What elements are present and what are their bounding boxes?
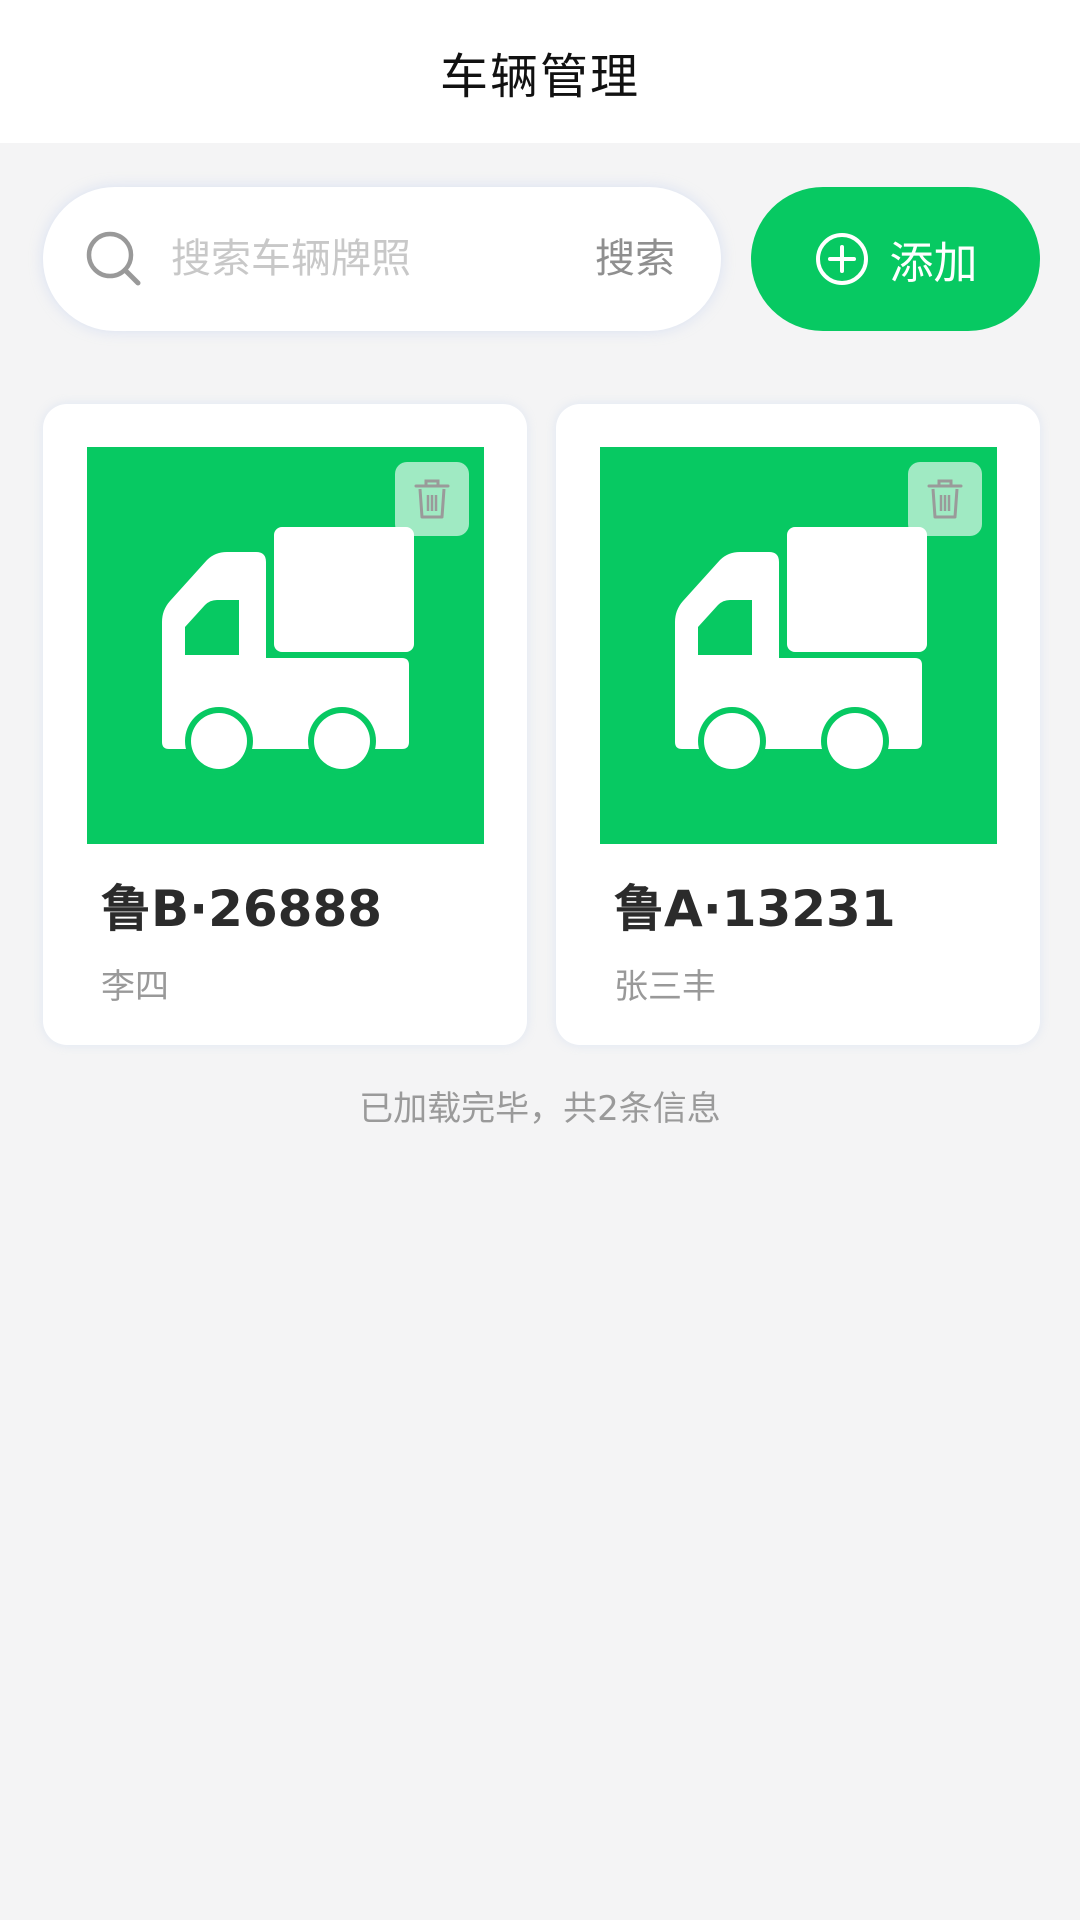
load-status: 已加载完毕，共2条信息: [359, 1089, 721, 1129]
search-input[interactable]: [171, 225, 471, 293]
delete-button[interactable]: [395, 462, 469, 536]
vehicle-plate: 鲁A·13231: [614, 880, 896, 938]
vehicle-card[interactable]: 鲁B·26888 李四: [43, 404, 527, 1045]
delete-button[interactable]: [908, 462, 982, 536]
vehicle-plate: 鲁B·26888: [101, 880, 383, 938]
vehicle-card[interactable]: 鲁A·13231 张三丰: [556, 404, 1040, 1045]
add-button-label: 添加: [889, 238, 978, 289]
vehicle-image: [600, 447, 997, 844]
vehicle-owner: 张三丰: [614, 967, 716, 1007]
add-button[interactable]: 添加: [751, 187, 1040, 331]
vehicle-image: [87, 447, 484, 844]
page-title: 车辆管理: [439, 48, 640, 105]
vehicle-owner: 李四: [101, 967, 169, 1007]
search-button[interactable]: 搜索: [595, 225, 675, 293]
search-box: 搜索: [43, 187, 721, 331]
trash-icon: [414, 479, 450, 519]
search-icon: [86, 231, 141, 286]
plus-circle-icon: [815, 233, 868, 285]
header-bar: 车辆管理: [0, 0, 1080, 143]
trash-icon: [927, 479, 963, 519]
